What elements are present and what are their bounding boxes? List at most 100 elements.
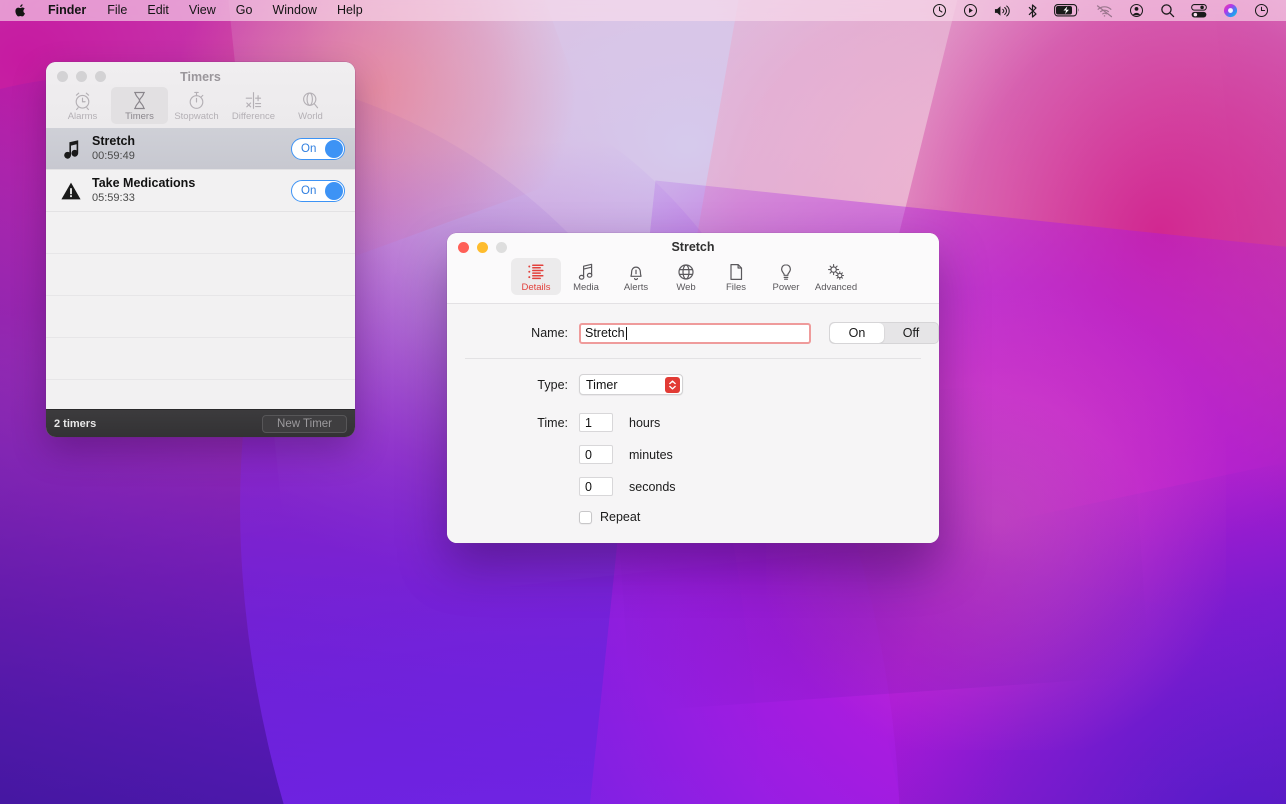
timers-titlebar: Timers Alarms Timers Stopwatch Differenc… <box>46 62 355 128</box>
apple-logo-icon[interactable] <box>0 0 37 21</box>
tab-web[interactable]: Web <box>661 258 711 295</box>
menu-item-finder[interactable]: Finder <box>37 0 97 21</box>
time-hours-row: Time: 1 hours <box>447 413 939 432</box>
globe-icon <box>300 90 321 111</box>
user-account-icon[interactable] <box>1121 0 1152 21</box>
globe-icon <box>676 262 696 282</box>
chevron-updown-icon[interactable] <box>665 377 680 393</box>
empty-row[interactable] <box>46 338 355 380</box>
menu-item-window[interactable]: Window <box>262 0 326 21</box>
type-select[interactable]: Timer <box>579 374 683 395</box>
spotlight-search-icon[interactable] <box>1152 0 1183 21</box>
new-timer-button[interactable]: New Timer <box>262 414 347 433</box>
stopwatch-icon <box>186 90 207 111</box>
menu-item-file[interactable]: File <box>97 0 137 21</box>
tab-alarms[interactable]: Alarms <box>54 87 111 124</box>
menu-item-help[interactable]: Help <box>327 0 373 21</box>
type-row: Type: Timer <box>447 374 939 395</box>
timer-remaining-time: 05:59:33 <box>92 191 135 204</box>
name-input[interactable]: Stretch <box>579 322 811 344</box>
repeat-row: Repeat <box>447 510 939 524</box>
bluetooth-icon[interactable] <box>1019 0 1046 21</box>
seconds-input[interactable]: 0 <box>579 477 613 496</box>
tab-alerts[interactable]: Alerts <box>611 258 661 295</box>
hourglass-icon <box>129 90 150 111</box>
wifi-off-icon[interactable] <box>1088 0 1121 21</box>
tab-details[interactable]: Details <box>511 258 561 296</box>
minutes-input[interactable]: 0 <box>579 445 613 464</box>
timer-count-label: 2 timers <box>54 417 97 430</box>
screen-recording-icon[interactable] <box>955 0 986 21</box>
timer-name: Take Medications <box>92 176 196 191</box>
timers-status-bar: 2 timers New Timer <box>46 409 355 437</box>
bell-icon <box>626 262 646 282</box>
timers-window[interactable]: Timers Alarms Timers Stopwatch Differenc… <box>46 62 355 437</box>
tab-details-label: Details <box>521 282 551 293</box>
document-icon <box>726 262 746 282</box>
time-minutes-row: 0 minutes <box>447 445 939 464</box>
time-machine-icon[interactable] <box>1246 0 1277 21</box>
lightbulb-icon <box>776 262 796 282</box>
control-center-icon[interactable] <box>1183 0 1215 21</box>
text-caret <box>625 326 627 340</box>
timer-remaining-time: 00:59:49 <box>92 149 135 162</box>
form-divider <box>465 358 921 359</box>
tab-world[interactable]: World <box>282 87 339 124</box>
timer-toggle[interactable]: On <box>291 179 345 202</box>
tab-stopwatch[interactable]: Stopwatch <box>168 87 225 124</box>
timers-list[interactable]: Stretch 00:59:49 On Take Medications 05:… <box>46 128 355 409</box>
tab-stopwatch-label: Stopwatch <box>174 111 219 122</box>
tab-power[interactable]: Power <box>761 258 811 295</box>
menu-item-view[interactable]: View <box>179 0 226 21</box>
menu-item-edit[interactable]: Edit <box>137 0 179 21</box>
row-text: Take Medications 05:59:33 <box>86 176 291 204</box>
empty-row[interactable] <box>46 296 355 338</box>
tab-files[interactable]: Files <box>711 258 761 295</box>
repeat-label: Repeat <box>600 510 641 524</box>
type-select-value: Timer <box>586 377 618 392</box>
table-row[interactable]: Stretch 00:59:49 On <box>46 128 355 170</box>
tab-advanced[interactable]: Advanced <box>811 258 861 295</box>
table-row[interactable]: Take Medications 05:59:33 On <box>46 170 355 212</box>
menu-item-go[interactable]: Go <box>226 0 263 21</box>
row-text: Stretch 00:59:49 <box>86 134 291 162</box>
tab-media-label: Media <box>573 282 599 293</box>
empty-row[interactable] <box>46 254 355 296</box>
siri-icon[interactable] <box>1215 0 1246 21</box>
menu-bar-left: Finder File Edit View Go Window Help <box>0 0 373 21</box>
segment-on[interactable]: On <box>829 323 884 343</box>
hours-input[interactable]: 1 <box>579 413 613 432</box>
stretch-window[interactable]: Stretch Details Media Alerts Web Files P… <box>447 233 939 543</box>
timer-toggle[interactable]: On <box>291 137 345 160</box>
battery-charging-icon[interactable] <box>1046 0 1088 21</box>
math-ops-icon <box>243 90 264 111</box>
tab-web-label: Web <box>676 282 696 293</box>
stretch-toolbar: Details Media Alerts Web Files Power Adv… <box>447 258 939 296</box>
stretch-window-title: Stretch <box>671 240 715 254</box>
tab-media[interactable]: Media <box>561 258 611 295</box>
on-off-segmented-control[interactable]: On Off <box>828 322 939 344</box>
tab-timers[interactable]: Timers <box>111 87 168 125</box>
clock-icon[interactable] <box>924 0 955 21</box>
toggle-knob <box>325 139 343 158</box>
repeat-checkbox[interactable] <box>579 510 592 524</box>
tab-power-label: Power <box>772 282 800 293</box>
hours-unit-label: hours <box>629 415 661 430</box>
timer-toggle-label: On <box>301 184 317 197</box>
seconds-unit-label: seconds <box>629 479 676 494</box>
toggle-knob <box>325 181 343 200</box>
timer-name: Stretch <box>92 134 136 149</box>
tab-files-label: Files <box>725 282 747 293</box>
empty-row[interactable] <box>46 380 355 409</box>
timer-toggle-label: On <box>301 142 317 155</box>
tab-difference[interactable]: Difference <box>225 87 282 124</box>
empty-row[interactable] <box>46 212 355 254</box>
time-seconds-row: 0 seconds <box>447 477 939 496</box>
minutes-unit-label: minutes <box>629 447 673 462</box>
tab-alerts-label: Alerts <box>623 282 649 293</box>
stretch-details-pane: Name: Stretch On Off Type: Timer Time: 1… <box>447 304 939 543</box>
tab-alarms-label: Alarms <box>67 111 98 122</box>
volume-icon[interactable] <box>986 0 1019 21</box>
segment-off[interactable]: Off <box>884 323 938 343</box>
timers-window-title: Timers <box>180 70 221 84</box>
